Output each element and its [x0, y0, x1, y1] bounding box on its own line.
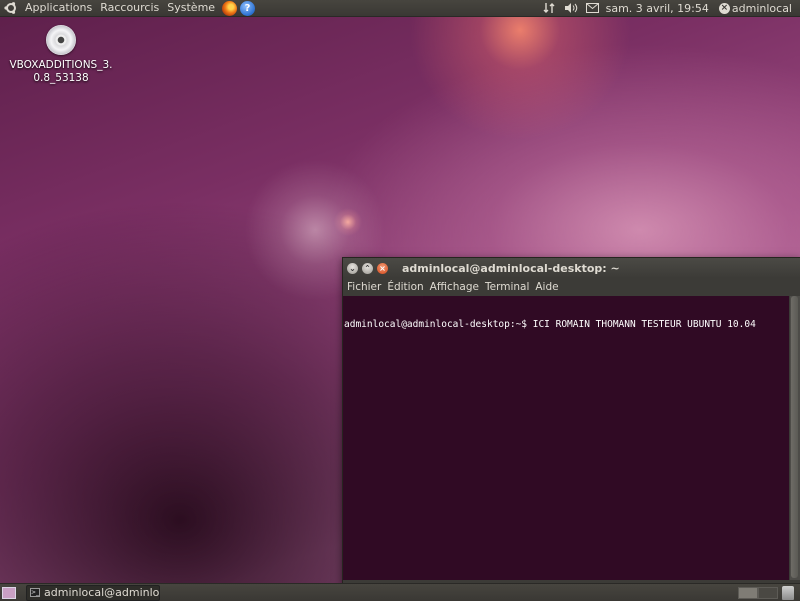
firefox-icon[interactable] — [222, 0, 238, 16]
mail-icon[interactable] — [586, 1, 600, 15]
user-menu[interactable]: adminlocal — [730, 2, 800, 15]
network-icon[interactable] — [542, 1, 556, 15]
shutdown-icon[interactable]: × — [718, 2, 730, 14]
workspace-2[interactable] — [758, 586, 778, 599]
menu-fichier[interactable]: Fichier — [344, 281, 384, 293]
menu-terminal[interactable]: Terminal — [482, 281, 532, 293]
volume-icon[interactable] — [564, 1, 578, 15]
taskbar-label: adminlocal@adminloc... — [44, 586, 160, 599]
cd-icon — [46, 25, 76, 55]
maximize-button[interactable]: ⌃ — [362, 262, 373, 274]
workspace-1[interactable] — [738, 586, 758, 599]
menu-aide[interactable]: Aide — [532, 281, 561, 293]
terminal-line: adminlocal@adminlocal-desktop:~$ ICI ROM… — [344, 319, 756, 330]
terminal-scrollbar[interactable] — [790, 296, 800, 580]
trash-icon[interactable] — [782, 585, 794, 600]
help-icon[interactable]: ? — [240, 0, 256, 16]
terminal-menubar: Fichier Édition Affichage Terminal Aide — [343, 278, 800, 296]
terminal-output[interactable]: adminlocal@adminlocal-desktop:~$ ICI ROM… — [343, 296, 789, 580]
terminal-icon: >_ — [30, 588, 41, 597]
bottom-panel: >_ adminlocal@adminloc... — [0, 583, 800, 601]
desktop-icon-vboxadditions[interactable]: VBOXADDITIONS_3. 0.8_53138 — [8, 25, 114, 85]
ubuntu-logo-icon[interactable] — [4, 1, 18, 15]
window-title: adminlocal@adminlocal-desktop: ~ — [402, 261, 620, 275]
menu-affichage[interactable]: Affichage — [427, 281, 482, 293]
terminal-window: ⌄ ⌃ × adminlocal@adminlocal-desktop: ~ F… — [342, 257, 800, 585]
taskbar-terminal-button[interactable]: >_ adminlocal@adminloc... — [26, 584, 160, 601]
clock[interactable]: sam. 3 avril, 19:54 — [604, 2, 715, 15]
menu-raccourcis[interactable]: Raccourcis — [96, 0, 163, 16]
scrollbar-thumb[interactable] — [791, 296, 798, 578]
desktop-icon-label: VBOXADDITIONS_3. 0.8_53138 — [9, 59, 113, 84]
show-desktop-icon[interactable] — [2, 586, 16, 599]
system-tray: sam. 3 avril, 19:54 × adminlocal — [538, 0, 800, 16]
close-button[interactable]: × — [377, 262, 388, 274]
minimize-button[interactable]: ⌄ — [347, 262, 358, 274]
workspace-switcher — [738, 586, 778, 599]
menu-edition[interactable]: Édition — [384, 281, 426, 293]
top-panel: Applications Raccourcis Système ? sam. 3… — [0, 0, 800, 17]
menu-applications[interactable]: Applications — [21, 0, 96, 16]
menu-systeme[interactable]: Système — [163, 0, 219, 16]
terminal-titlebar[interactable]: ⌄ ⌃ × adminlocal@adminlocal-desktop: ~ — [343, 258, 800, 278]
